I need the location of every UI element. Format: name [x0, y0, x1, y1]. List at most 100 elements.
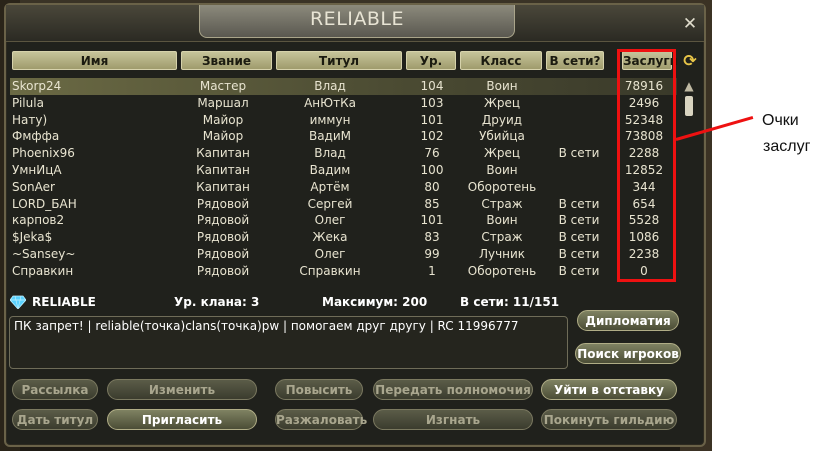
member-class: Оборотень — [467, 179, 537, 194]
member-online: В сети — [558, 196, 600, 211]
member-name: Справкин — [12, 263, 74, 278]
member-rank: Майор — [202, 129, 244, 144]
member-name: $Jeka$ — [12, 230, 53, 245]
member-title: Олег — [314, 247, 346, 261]
member-level: 99 — [424, 247, 440, 261]
member-level: 1 — [428, 263, 436, 278]
member-class: Убийца — [479, 129, 525, 144]
header-online[interactable]: В сети? — [546, 51, 604, 70]
leave-guild-button[interactable]: Покинуть гильдию — [541, 409, 677, 430]
demote-button[interactable]: Разжаловать — [275, 409, 367, 430]
change-button[interactable]: Изменить — [107, 379, 257, 400]
clan-level: Ур. клана: 3 — [174, 295, 260, 309]
member-level: 101 — [420, 213, 444, 228]
give-title-button[interactable]: Дать титул — [12, 409, 98, 430]
mailing-button[interactable]: Рассылка — [12, 379, 98, 400]
member-level: 85 — [424, 196, 440, 211]
promote-button[interactable]: Повысить — [275, 379, 363, 400]
member-online: В сети — [558, 146, 600, 161]
member-title: иммун — [309, 112, 351, 127]
table-row[interactable]: Справкин Рядовой Справкин 1 Оборотень В … — [10, 263, 677, 280]
table-row[interactable]: Фмффа Майор ВадиМ 102 Убийца 73808 — [10, 128, 677, 145]
member-online — [546, 179, 612, 196]
member-class: Друид — [481, 112, 523, 127]
merit-highlight-box — [617, 49, 676, 282]
member-title: Артём — [310, 179, 350, 194]
header-rank[interactable]: Звание — [181, 51, 272, 70]
member-rank: Маршал — [197, 95, 249, 110]
member-level: 83 — [424, 230, 440, 245]
member-online: В сети — [558, 213, 600, 228]
header-level[interactable]: Ур. — [406, 51, 456, 70]
table-row[interactable]: ~Sansey~ Рядовой Олег 99 Лучник В сети 2… — [10, 246, 677, 263]
clan-online-count: В сети: 11/151 — [460, 295, 560, 309]
clan-max-members: Максимум: 200 — [322, 295, 428, 309]
table-row[interactable]: SonAer Капитан Артём 80 Оборотень 344 — [10, 179, 677, 196]
member-title: Справкин — [299, 263, 361, 278]
member-level: 102 — [420, 129, 444, 144]
member-rank: Рядовой — [196, 263, 250, 278]
member-online — [546, 112, 612, 129]
member-rank: Майор — [202, 112, 244, 127]
member-title: ВадиМ — [308, 129, 352, 144]
member-title: Сергей — [307, 196, 353, 211]
clan-name: RELIABLE — [32, 295, 96, 309]
gem-icon — [10, 295, 26, 309]
annotation-label-line2: заслуг — [763, 138, 811, 155]
table-row[interactable]: $Jeka$ Рядовой Жека 83 Страж В сети 1086 — [10, 229, 677, 246]
table-row[interactable]: Phoenix96 Капитан Влад 76 Жрец В сети 22… — [10, 145, 677, 162]
table-row[interactable]: УмнИцА Капитан Вадим 100 Воин 12852 — [10, 162, 677, 179]
member-level: 80 — [424, 179, 440, 194]
diplomacy-button[interactable]: Дипломатия — [577, 310, 679, 331]
header-name[interactable]: Имя — [12, 51, 177, 70]
member-title: Влад — [314, 79, 346, 93]
member-title: Влад — [314, 146, 346, 161]
table-row[interactable]: Pilula Маршал АнЮтКа 103 Жрец 2496 — [10, 95, 677, 112]
member-rank: Мастер — [199, 79, 247, 93]
title-bar[interactable]: RELIABLE ✕ — [6, 5, 704, 42]
invite-button[interactable]: Пригласить — [107, 409, 257, 430]
scroll-up-icon[interactable]: ▲ — [683, 79, 695, 93]
member-name: Skorp24 — [12, 79, 62, 93]
member-online: В сети — [558, 230, 600, 245]
header-title[interactable]: Титул — [276, 51, 402, 70]
member-class: Оборотень — [467, 263, 537, 278]
member-class: Лучник — [478, 247, 526, 261]
member-level: 76 — [424, 146, 440, 161]
member-table: Skorp24 Мастер Влад 104 Воин 78916 Pilul… — [10, 76, 677, 286]
member-class: Воин — [486, 163, 518, 177]
member-name: LORD_БАН — [12, 196, 77, 211]
member-name: Нату) — [12, 112, 48, 127]
clan-notice[interactable]: ПК запрет! | reliable(точка)clans(точка)… — [9, 316, 568, 369]
member-class: Жрец — [483, 95, 521, 110]
search-players-button[interactable]: Поиск игроков — [575, 343, 681, 364]
clan-info-bar: RELIABLE Ур. клана: 3 Максимум: 200 В се… — [10, 293, 570, 313]
member-class: Страж — [481, 230, 523, 245]
member-level: 104 — [420, 79, 444, 93]
refresh-icon[interactable]: ⟳ — [681, 52, 699, 70]
member-name: Pilula — [12, 95, 44, 110]
close-icon[interactable]: ✕ — [680, 14, 700, 34]
member-rank: Рядовой — [196, 230, 250, 245]
member-level: 103 — [420, 95, 444, 110]
member-online — [546, 78, 612, 95]
member-class: Воин — [486, 213, 518, 228]
kick-button[interactable]: Изгнать — [373, 409, 533, 430]
member-name: Phoenix96 — [12, 146, 75, 161]
member-online — [546, 95, 612, 112]
resign-button[interactable]: Уйти в отставку — [541, 379, 677, 400]
member-online: В сети — [558, 263, 600, 278]
table-row[interactable]: LORD_БАН Рядовой Сергей 85 Страж В сети … — [10, 196, 677, 213]
table-row[interactable]: карпов2 Рядовой Олег 101 Воин В сети 552… — [10, 212, 677, 229]
scroll-thumb[interactable] — [685, 96, 693, 116]
member-name: Фмффа — [12, 129, 60, 144]
table-row[interactable]: Нату) Майор иммун 101 Друид 52348 — [10, 112, 677, 129]
member-rank: Капитан — [196, 163, 250, 177]
member-rank: Капитан — [196, 146, 250, 161]
header-class[interactable]: Класс — [460, 51, 542, 70]
member-name: УмнИцА — [12, 163, 62, 177]
transfer-authority-button[interactable]: Передать полномочия — [373, 379, 533, 400]
member-name: карпов2 — [12, 213, 65, 228]
member-online — [546, 162, 612, 179]
table-row[interactable]: Skorp24 Мастер Влад 104 Воин 78916 — [10, 78, 677, 95]
